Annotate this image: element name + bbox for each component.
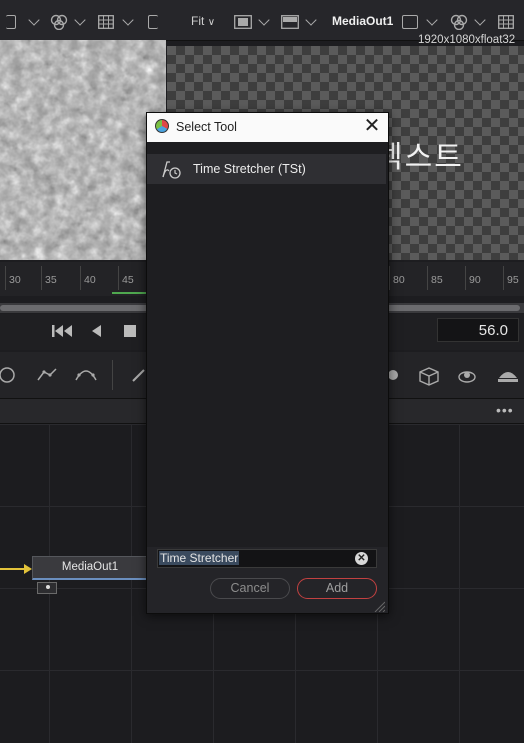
current-frame-field[interactable]: 56.0 — [437, 318, 519, 342]
ruler-tick — [465, 266, 466, 290]
color-channels-icon[interactable] — [281, 12, 299, 32]
color-channels-icon[interactable] — [50, 12, 68, 32]
viewer-left[interactable] — [0, 40, 166, 260]
resize-grip-icon[interactable] — [373, 599, 386, 613]
ruler-tick — [118, 266, 119, 290]
connection-arrow-icon — [24, 564, 32, 574]
list-item-label: Time Stretcher (TSt) — [193, 162, 306, 176]
view-options-icon[interactable] — [6, 12, 16, 32]
time-stretcher-icon — [160, 159, 182, 179]
ruler-tick-label: 80 — [393, 274, 405, 286]
noise-image — [0, 40, 166, 260]
stop-icon[interactable] — [124, 325, 136, 337]
chevron-down-icon[interactable] — [122, 12, 134, 32]
chevron-down-icon[interactable] — [426, 12, 438, 32]
ruler-tick-label: 35 — [45, 274, 57, 286]
ruler-tick-label: 95 — [507, 274, 519, 286]
node-mediaout[interactable]: MediaOut1 — [32, 556, 148, 580]
color-channels-icon[interactable] — [450, 12, 468, 32]
chevron-down-icon[interactable] — [28, 12, 40, 32]
chevron-down-icon[interactable] — [305, 12, 317, 32]
ruler-tick-label: 90 — [469, 274, 481, 286]
ruler-tick-label: 40 — [84, 274, 96, 286]
viewer-name: MediaOut1 — [332, 14, 394, 28]
grid-icon[interactable] — [498, 12, 514, 32]
ruler-tick-label: 85 — [431, 274, 443, 286]
chevron-down-icon: ∨ — [207, 17, 216, 28]
node-view-indicator[interactable] — [37, 582, 57, 594]
clear-search-icon[interactable]: ✕ — [355, 552, 368, 565]
ruler-tick — [427, 266, 428, 290]
cancel-button[interactable]: Cancel — [210, 578, 290, 599]
more-options-icon[interactable]: ••• — [496, 402, 514, 418]
close-icon[interactable]: ✕ — [361, 116, 383, 138]
view-options-icon[interactable] — [402, 12, 418, 32]
ellipse-mask-icon[interactable] — [0, 366, 16, 384]
ruler-tick — [80, 266, 81, 290]
search-input-value[interactable]: Time Stretcher — [159, 551, 240, 565]
fit-zoom-dropdown[interactable]: Fit ∨ — [191, 14, 215, 28]
bspline-mask-icon[interactable] — [74, 366, 97, 384]
toolbar-divider — [112, 360, 113, 390]
ruler-tick — [5, 266, 6, 290]
grid-icon[interactable] — [98, 12, 114, 32]
app-logo-icon — [155, 119, 169, 133]
chevron-down-icon[interactable] — [258, 12, 270, 32]
ruler-tick — [389, 266, 390, 290]
add-button[interactable]: Add — [297, 578, 377, 599]
cube-3d-icon[interactable] — [418, 366, 439, 386]
dialog-title: Select Tool — [176, 120, 237, 134]
ruler-tick-label: 30 — [9, 274, 21, 286]
chevron-down-icon[interactable] — [74, 12, 86, 32]
play-reverse-icon[interactable] — [90, 324, 102, 343]
ruler-tick — [41, 266, 42, 290]
polygon-mask-icon[interactable] — [36, 366, 57, 384]
ruler-tick — [503, 266, 504, 290]
ruler-tick-label: 45 — [122, 274, 134, 286]
light-3d-icon[interactable] — [456, 366, 476, 384]
render-range-marker — [112, 292, 146, 294]
render-3d-icon[interactable] — [496, 366, 518, 384]
go-to-start-icon[interactable] — [52, 324, 74, 343]
region-icon[interactable] — [148, 12, 158, 32]
select-tool-dialog: Select Tool ✕ Time Stretcher (TSt) Time … — [146, 112, 389, 614]
tool-list[interactable] — [147, 142, 388, 547]
resolution-info: 1920x1080xfloat32 — [418, 34, 516, 46]
view-options-icon[interactable] — [234, 12, 252, 32]
chevron-down-icon[interactable] — [474, 12, 486, 32]
fit-label: Fit — [191, 14, 205, 28]
